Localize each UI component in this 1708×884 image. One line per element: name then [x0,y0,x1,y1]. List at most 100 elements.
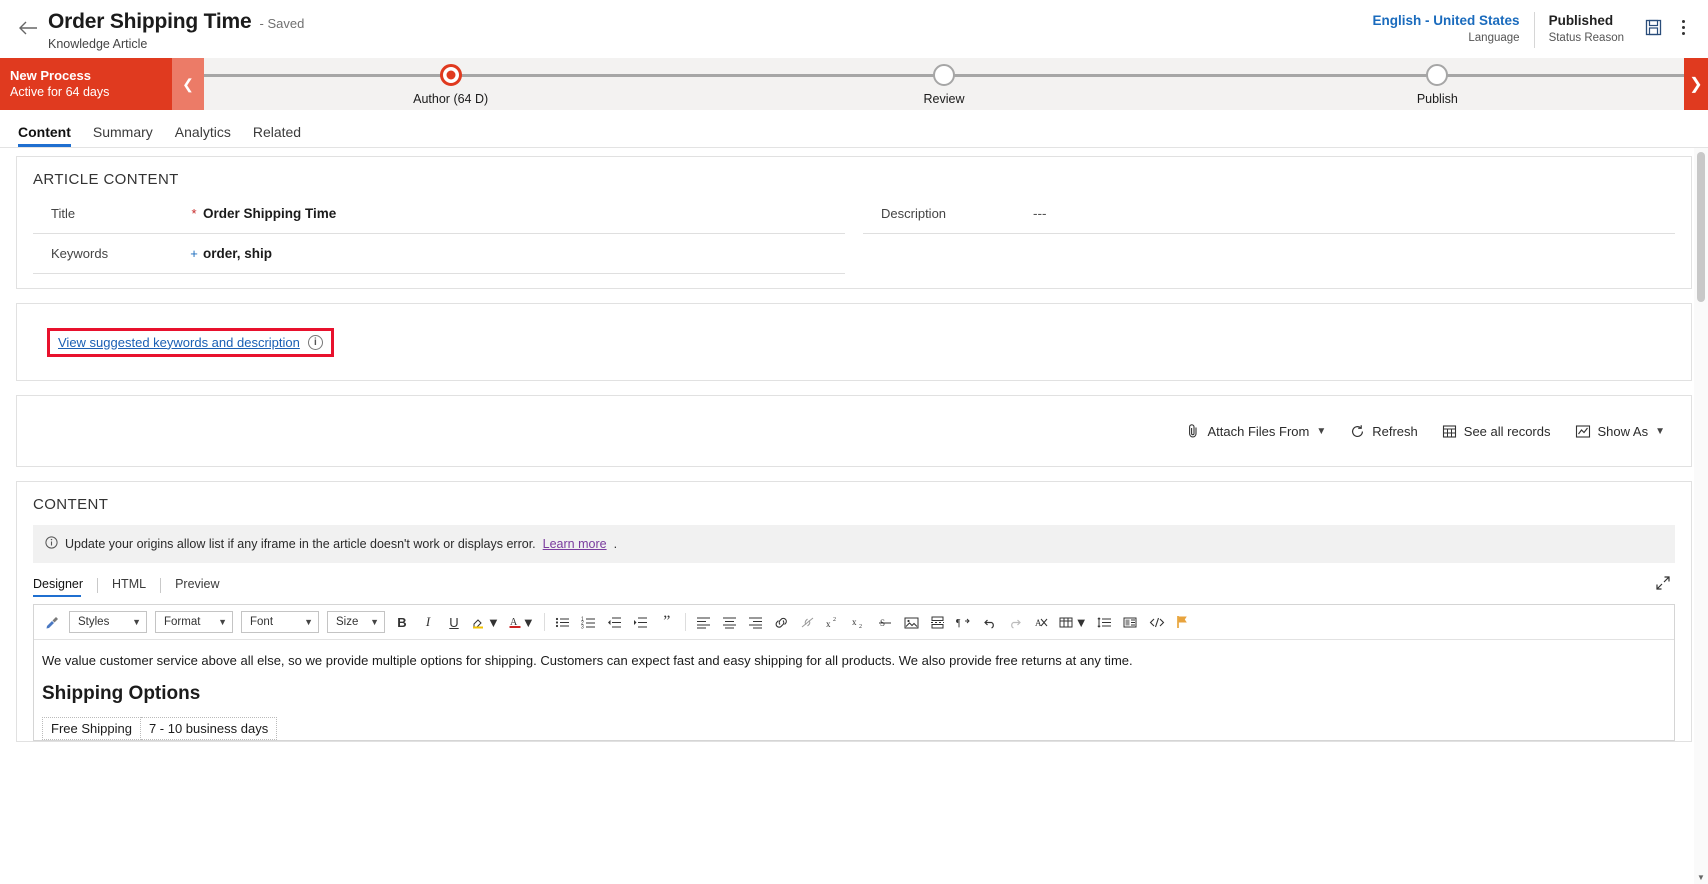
format-painter-icon[interactable] [40,610,64,634]
page-break-icon[interactable] [926,610,950,634]
line-spacing-icon[interactable] [1093,610,1117,634]
notice-period: . [613,537,618,551]
show-as-button[interactable]: Show As ▼ [1563,424,1678,439]
section-title: ARTICLE CONTENT [33,171,179,188]
content-section-title: CONTENT [33,496,109,513]
chevron-down-icon: ▼ [370,617,379,627]
text-highlight-icon[interactable]: ▼ [468,610,503,634]
field-description[interactable]: Description --- [863,194,1675,234]
scrollbar-thumb[interactable] [1697,152,1705,302]
chart-icon [1575,424,1591,439]
bpf-step-label: Publish [1416,92,1458,106]
tab-designer[interactable]: Designer [33,573,95,597]
bold-button[interactable]: B [390,610,414,634]
underline-button[interactable]: U [442,610,466,634]
bpf-stage-dot [1426,64,1449,86]
bpf-steps: Author (64 D) Review Publish [204,58,1684,110]
svg-text:x: x [852,617,857,627]
bpf-step-review[interactable]: Review [697,58,1190,110]
status-reason-field: Published Status Reason [1535,12,1638,46]
blockquote-icon[interactable]: ” [655,610,679,634]
align-right-icon[interactable] [744,610,768,634]
subscript-icon[interactable]: x2 [848,610,872,634]
undo-icon[interactable] [978,610,1002,634]
remove-link-icon[interactable] [796,610,820,634]
scroll-down-icon[interactable]: ▼ [1694,870,1708,884]
svg-text:x: x [826,619,831,629]
more-commands-icon[interactable] [1672,12,1694,42]
decrease-indent-icon[interactable] [603,610,627,634]
language-label: Language [1468,32,1520,44]
refresh-button[interactable]: Refresh [1338,424,1430,439]
language-field[interactable]: English - United States Language [1359,12,1535,48]
bpf-step-label: Author (64 D) [413,92,489,106]
chevron-down-icon: ▼ [1655,425,1665,437]
tab-summary[interactable]: Summary [93,124,153,147]
chevron-right-icon[interactable]: ❯ [1684,58,1708,110]
bpf-current-stage[interactable]: New Process Active for 64 days [0,58,172,110]
insert-link-icon[interactable] [770,610,794,634]
font-dropdown[interactable]: Font ▼ [241,611,319,633]
source-code-icon[interactable] [1145,610,1169,634]
format-dropdown[interactable]: Format ▼ [155,611,233,633]
align-center-icon[interactable] [718,610,742,634]
divider [97,577,99,593]
field-keywords[interactable]: Keywords + order, ship [33,234,845,274]
tab-content[interactable]: Content [18,124,71,147]
keywords-value[interactable]: order, ship [203,246,272,261]
attach-files-from-button[interactable]: Attach Files From ▼ [1174,423,1338,439]
see-all-records-button[interactable]: See all records [1430,424,1563,439]
attachments-subgrid-toolbar: Attach Files From ▼ Refresh See all reco… [16,395,1692,467]
business-process-flow: New Process Active for 64 days ❮ Author … [0,58,1708,110]
numbered-list-icon[interactable]: 123 [577,610,601,634]
increase-indent-icon[interactable] [629,610,653,634]
insert-image-icon[interactable] [900,610,924,634]
info-icon[interactable]: i [307,334,323,350]
vertical-scrollbar[interactable]: ▲ ▼ [1694,148,1708,884]
title-value[interactable]: Order Shipping Time [203,206,336,221]
styles-dropdown[interactable]: Styles ▼ [69,611,147,633]
italic-button[interactable]: I [416,610,440,634]
back-arrow-icon[interactable] [14,14,42,42]
bpf-stage-duration: Active for 64 days [10,84,110,99]
superscript-icon[interactable]: x2 [822,610,846,634]
see-all-records-label: See all records [1463,423,1551,439]
chevron-left-icon[interactable]: ❮ [172,58,204,110]
rte-document[interactable]: We value customer service above all else… [34,640,1674,740]
insert-table-icon[interactable]: ▼ [1056,610,1091,634]
right-field-column: Description --- [863,194,1675,274]
clear-formatting-icon[interactable]: A [1030,610,1054,634]
align-left-icon[interactable] [692,610,716,634]
flag-icon[interactable] [1171,610,1195,634]
description-value[interactable]: --- [1033,206,1047,221]
learn-more-link[interactable]: Learn more [543,537,607,551]
left-to-right-icon[interactable]: ¶ [952,610,976,634]
svg-text:2: 2 [859,624,862,629]
language-value[interactable]: English - United States [1373,12,1520,29]
bpf-step-publish[interactable]: Publish [1191,58,1684,110]
expand-icon[interactable] [1655,575,1675,596]
insert-template-icon[interactable] [1119,610,1143,634]
strikethrough-icon[interactable]: S [874,610,898,634]
save-icon[interactable] [1638,12,1668,42]
field-title[interactable]: Title * Order Shipping Time [33,194,845,234]
divider [684,613,686,631]
redo-icon[interactable] [1004,610,1028,634]
bpf-stage-dot [932,64,955,86]
bpf-step-author[interactable]: Author (64 D) [204,58,697,110]
divider [160,577,162,593]
view-suggested-keywords-link[interactable]: View suggested keywords and description [58,335,300,350]
knowledge-article-form: Order Shipping Time - Saved Knowledge Ar… [0,0,1708,884]
tab-related[interactable]: Related [253,124,301,147]
shipping-option-duration: 7 - 10 business days [139,717,278,740]
right-column-spacer [863,234,1675,274]
text-color-icon[interactable]: A ▼ [505,610,538,634]
bulleted-list-icon[interactable] [551,610,575,634]
size-dropdown[interactable]: Size ▼ [327,611,385,633]
status-reason-label: Status Reason [1548,32,1624,44]
tab-html[interactable]: HTML [108,573,158,597]
tab-preview[interactable]: Preview [171,573,231,597]
description-label: Description [881,206,947,221]
notice-text: Update your origins allow list if any if… [65,537,536,551]
tab-analytics[interactable]: Analytics [175,124,231,147]
